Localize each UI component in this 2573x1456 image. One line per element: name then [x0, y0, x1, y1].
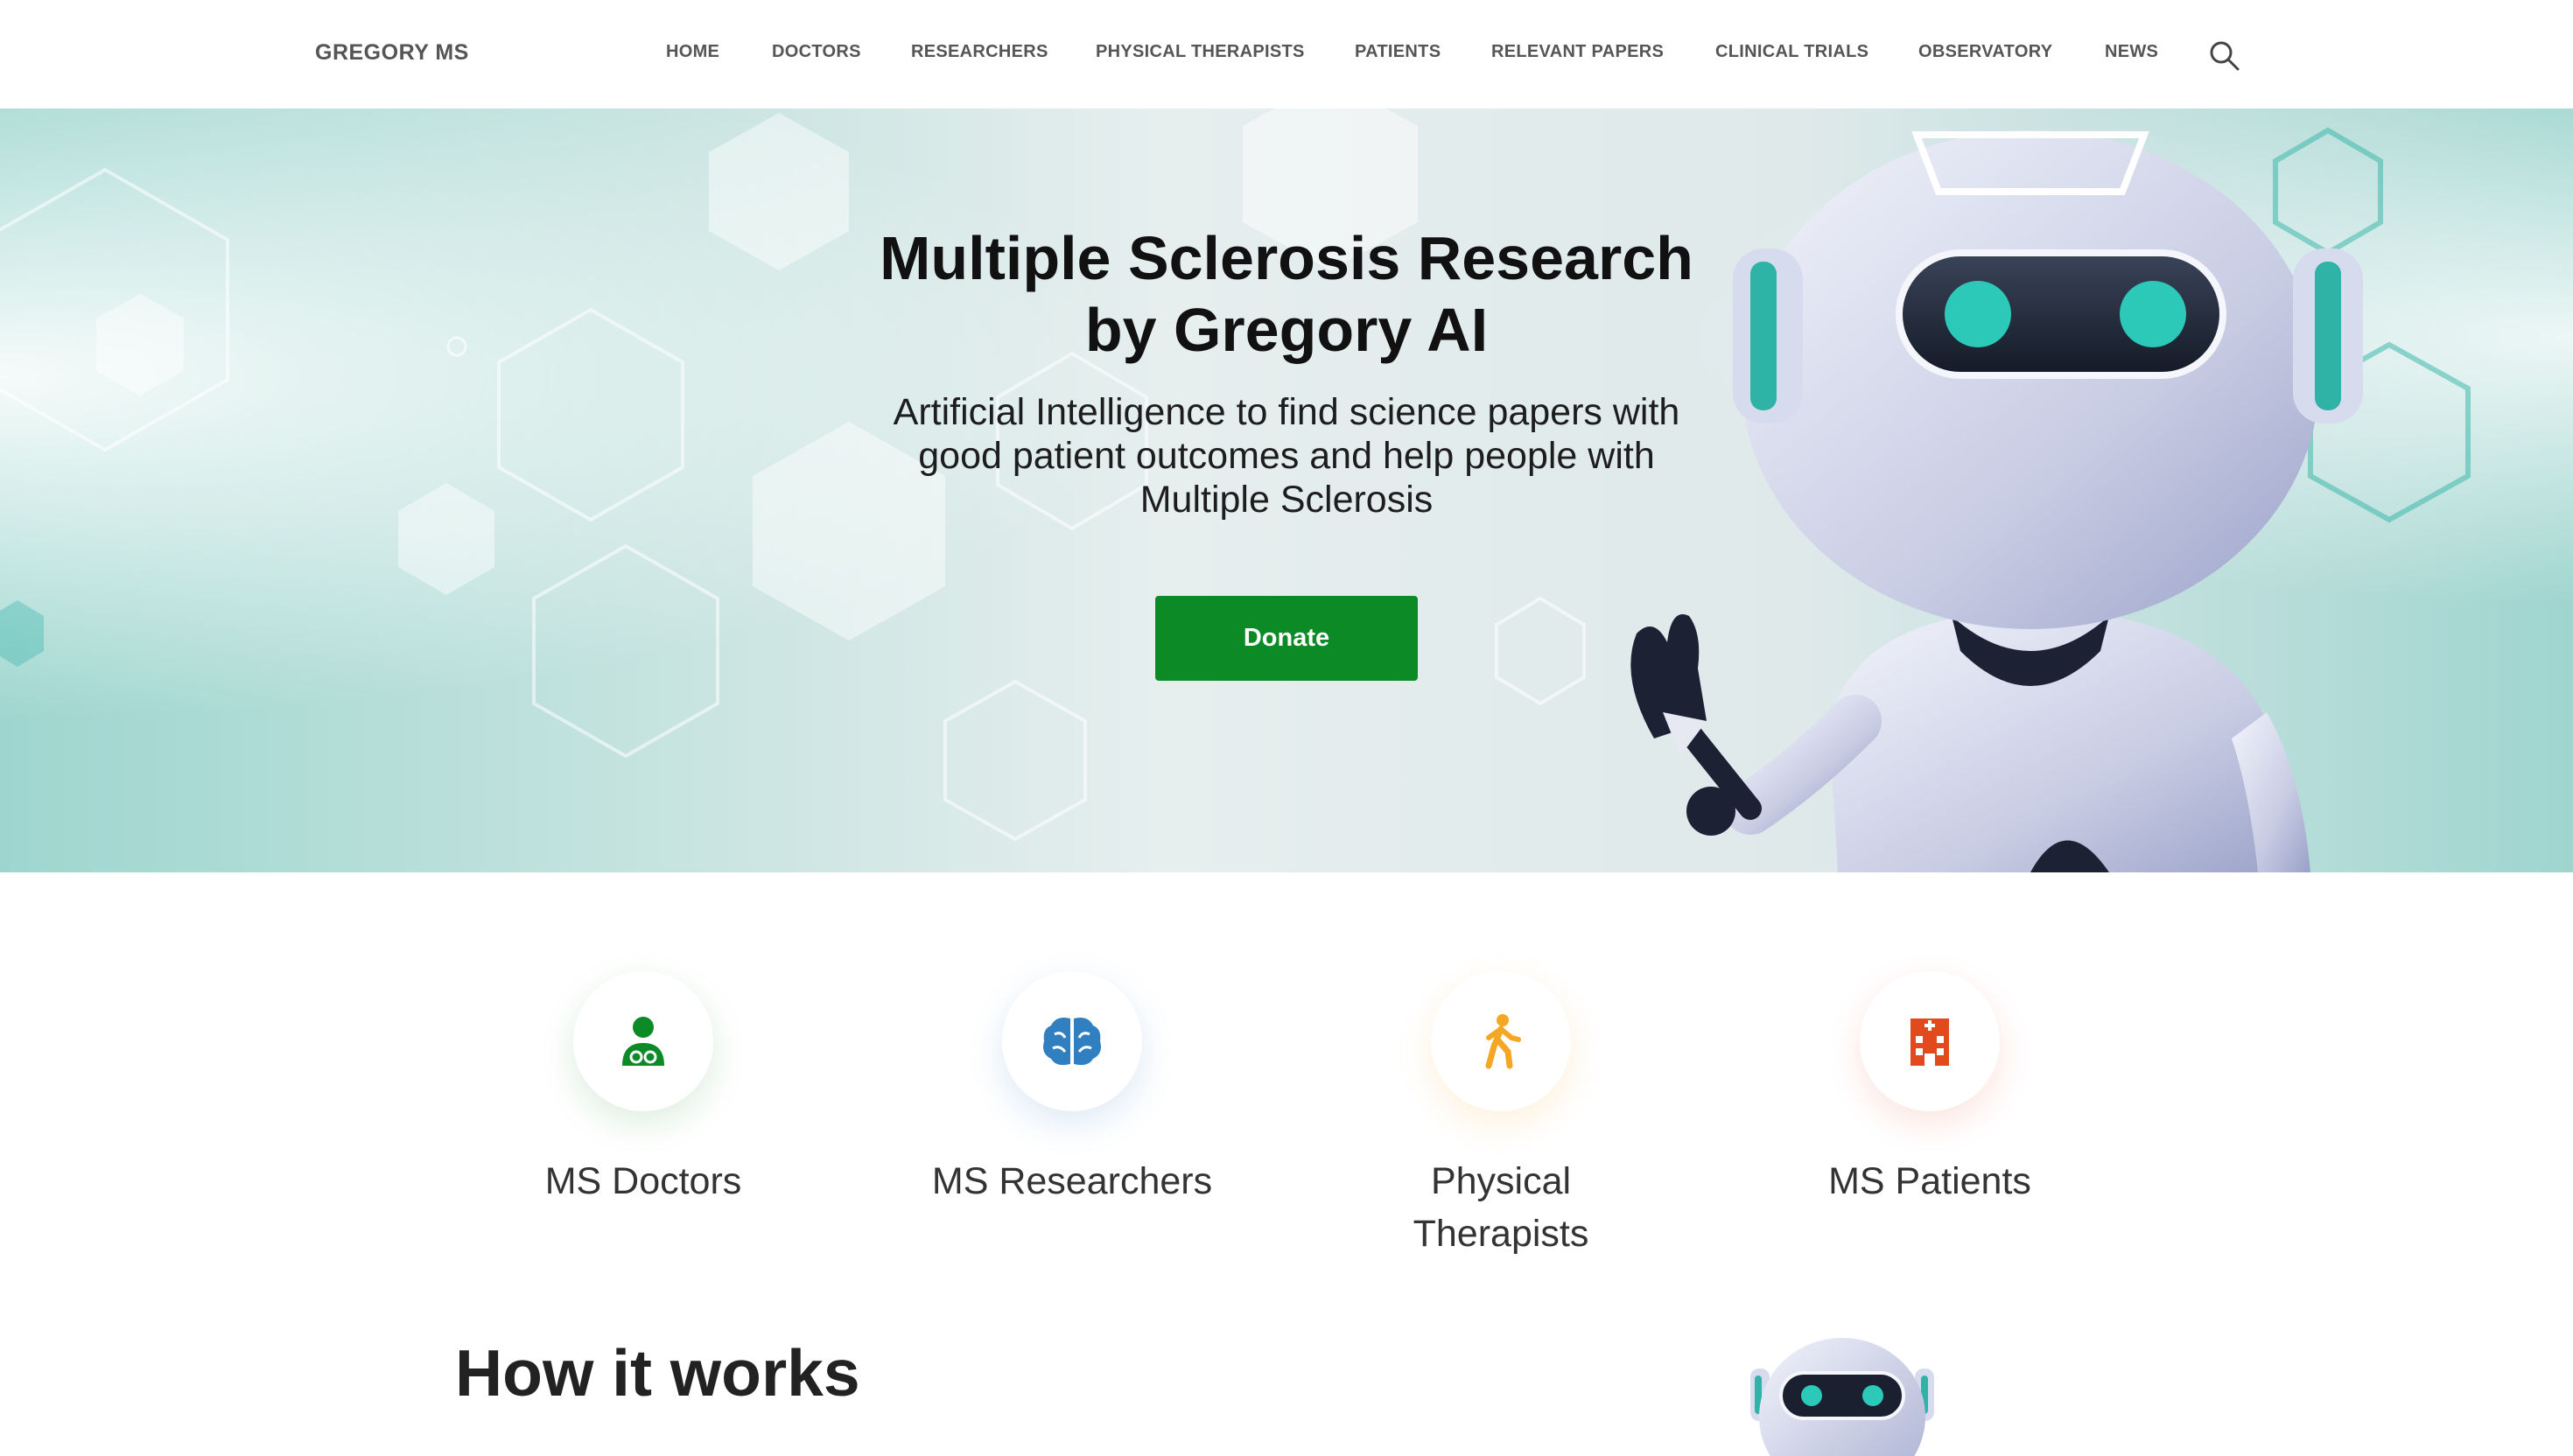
- card-label: MS Researchers: [931, 1160, 1213, 1202]
- brain-icon: [1043, 1018, 1101, 1066]
- nav-home[interactable]: HOME: [666, 42, 719, 62]
- nav-news[interactable]: NEWS: [2105, 42, 2158, 62]
- hero-banner: Multiple Sclerosis Research by Gregory A…: [0, 108, 2573, 872]
- card-label-line-1: Physical: [1430, 1160, 1572, 1202]
- hospital-icon-circle[interactable]: [1860, 971, 2000, 1111]
- card-label: MS Patients: [1828, 1160, 2031, 1202]
- walking-person-icon: [1485, 1014, 1521, 1069]
- nav-patients[interactable]: PATIENTS: [1355, 42, 1441, 62]
- search-icon[interactable]: [2207, 38, 2242, 74]
- card-physical-therapists[interactable]: Physical Therapists: [1300, 971, 1702, 1260]
- site-logo[interactable]: GREGORY MS: [315, 40, 469, 66]
- doctor-icon-circle[interactable]: [573, 971, 713, 1111]
- nav-clinical-trials[interactable]: CLINICAL TRIALS: [1715, 42, 1868, 62]
- card-ms-patients[interactable]: MS Patients: [1728, 971, 2131, 1208]
- nav-physical-therapists[interactable]: PHYSICAL THERAPISTS: [1096, 42, 1305, 62]
- card-label: Physical Therapists: [1300, 1155, 1702, 1260]
- nav-researchers[interactable]: RESEARCHERS: [911, 42, 1048, 62]
- top-navigation-bar: GREGORY MS HOME DOCTORS RESEARCHERS PHYS…: [0, 0, 2573, 109]
- donate-button[interactable]: Donate: [1155, 596, 1418, 681]
- walking-person-icon-circle[interactable]: [1431, 971, 1571, 1111]
- nav-doctors[interactable]: DOCTORS: [772, 42, 861, 62]
- card-ms-doctors[interactable]: MS Doctors: [442, 971, 845, 1208]
- mini-robot-illustration: [1750, 1338, 1934, 1456]
- doctor-icon: [622, 1017, 664, 1066]
- card-label-line-2: Therapists: [1413, 1213, 1589, 1255]
- brain-icon-circle[interactable]: [1002, 971, 1142, 1111]
- nav-relevant-papers[interactable]: RELEVANT PAPERS: [1491, 42, 1664, 62]
- hospital-icon: [1910, 1018, 1949, 1066]
- section-title-how-it-works: How it works: [455, 1336, 860, 1410]
- card-ms-researchers[interactable]: MS Researchers: [871, 971, 1273, 1208]
- nav-observatory[interactable]: OBSERVATORY: [1918, 42, 2052, 62]
- card-label: MS Doctors: [544, 1160, 742, 1202]
- robot-illustration: [1630, 130, 2363, 872]
